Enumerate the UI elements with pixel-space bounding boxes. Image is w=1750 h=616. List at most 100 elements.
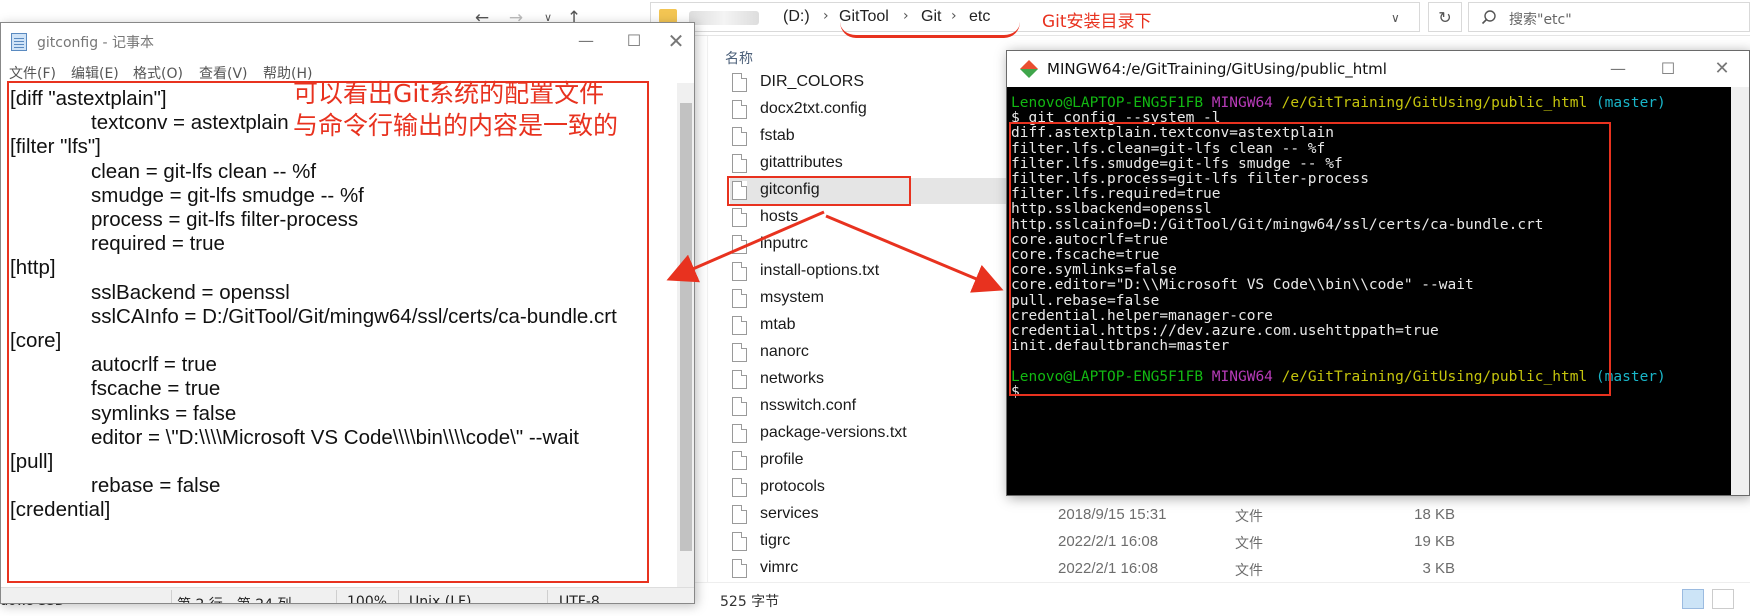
chevron-right-icon[interactable]: › — [823, 8, 829, 24]
terminal-window: MINGW64:/e/GitTraining/GitUsing/public_h… — [1006, 50, 1750, 496]
file-row[interactable]: vimrc 2022/2/1 16:08 文件 3 KB — [730, 556, 1730, 582]
file-row[interactable]: services 2018/9/15 15:31 文件 18 KB — [730, 502, 1730, 528]
window-title: gitconfig - 记事本 — [37, 35, 155, 51]
annotation-highlight-gitconfig — [727, 176, 911, 206]
search-input[interactable]: 搜索"etc" — [1468, 2, 1750, 32]
maximize-icon[interactable]: ☐ — [1653, 57, 1683, 81]
cursor-position: 第 2 行，第 24 列 — [177, 594, 292, 603]
vertical-scrollbar[interactable] — [677, 83, 694, 587]
terminal-title-bar[interactable]: MINGW64:/e/GitTraining/GitUsing/public_h… — [1007, 51, 1749, 87]
search-placeholder: 搜索"etc" — [1509, 12, 1572, 28]
file-size: 19 KB — [1414, 533, 1455, 550]
file-name: networks — [760, 370, 825, 387]
menu-format[interactable]: 格式(O) — [133, 63, 183, 83]
file-size: 3 KB — [1422, 560, 1455, 577]
column-header-name[interactable]: 名称 — [725, 48, 753, 68]
address-dropdown-icon[interactable]: ∨ — [1391, 11, 1400, 25]
file-name: msystem — [760, 289, 824, 306]
file-icon — [732, 559, 747, 578]
file-row[interactable]: tigrc 2022/2/1 16:08 文件 19 KB — [730, 529, 1730, 555]
divider — [171, 590, 172, 603]
git-icon — [1019, 59, 1039, 79]
file-icon — [732, 154, 747, 173]
file-name: mtab — [760, 316, 796, 333]
annotation-note: 可以看出Git系统的配置文件 与命令行输出的内容是一致的 — [293, 78, 618, 142]
file-type: 文件 — [1235, 509, 1263, 525]
file-date: 2018/9/15 15:31 — [1058, 506, 1167, 523]
file-name: hosts — [760, 208, 799, 225]
minimize-icon[interactable]: — — [571, 29, 601, 53]
file-name: inputrc — [760, 235, 809, 252]
minimize-icon[interactable]: — — [1603, 57, 1633, 81]
annotation-install-dir: Git安装目录下 — [1042, 12, 1152, 32]
file-icon — [732, 397, 747, 416]
file-icon — [732, 127, 747, 146]
line-ending: Unix (LF) — [409, 594, 472, 604]
menu-file[interactable]: 文件(F) — [9, 63, 56, 83]
divider — [336, 590, 337, 603]
file-name: protocols — [760, 478, 825, 495]
prompt-user: Lenovo@LAPTOP-ENG5F1FB — [1011, 95, 1204, 111]
file-icon — [732, 451, 747, 470]
file-date: 2022/2/1 16:08 — [1058, 533, 1159, 550]
divider — [398, 590, 399, 603]
file-name: DIR_COLORS — [760, 73, 865, 90]
file-name: nsswitch.conf — [760, 397, 857, 414]
window-title: MINGW64:/e/GitTraining/GitUsing/public_h… — [1047, 60, 1387, 78]
file-icon — [732, 478, 747, 497]
breadcrumb-drive[interactable]: (D:) — [783, 8, 810, 26]
file-name: fstab — [760, 127, 795, 144]
zoom-level: 100% — [347, 594, 388, 604]
annotation-box-notepad — [7, 81, 649, 583]
file-type: 文件 — [1235, 563, 1263, 579]
notepad-window: gitconfig - 记事本 — ☐ ✕ 文件(F) 编辑(E) 格式(O) … — [0, 22, 695, 604]
file-size: 18 KB — [1414, 506, 1455, 523]
details-view-icon[interactable] — [1682, 589, 1704, 609]
file-type: 文件 — [1235, 536, 1263, 552]
file-name: docx2txt.config — [760, 100, 867, 117]
file-name: package-versions.txt — [760, 424, 907, 441]
prompt-env: MINGW64 — [1211, 95, 1273, 111]
file-name: tigrc — [760, 532, 791, 549]
explorer-status-bar: 525 字节 — [690, 582, 1750, 616]
notepad-title-bar[interactable]: gitconfig - 记事本 — ☐ ✕ — [1, 23, 694, 59]
prompt-branch: (master) — [1595, 95, 1666, 111]
file-name: services — [760, 505, 819, 522]
menu-edit[interactable]: 编辑(E) — [71, 63, 119, 83]
file-name: vimrc — [760, 559, 799, 576]
annotation-underline — [840, 22, 1020, 38]
annotation-box-terminal — [1009, 122, 1611, 396]
annotation-line: 与命令行输出的内容是一致的 — [293, 111, 619, 140]
file-icon — [732, 316, 747, 335]
prompt-path: /e/GitTraining/GitUsing/public_html — [1281, 95, 1588, 111]
folder-icon — [659, 9, 677, 23]
tiles-view-icon[interactable] — [1712, 589, 1734, 609]
vertical-scrollbar[interactable] — [1731, 87, 1749, 495]
encoding: UTF-8 — [559, 594, 600, 604]
address-bar[interactable]: (D:) › GitTool › Git › etc ∨ — [650, 2, 1420, 32]
notepad-icon — [11, 33, 27, 51]
file-icon — [732, 370, 747, 389]
prompt-line: Lenovo@LAPTOP-ENG5F1FB MINGW64 /e/GitTra… — [1011, 95, 1666, 111]
close-icon[interactable]: ✕ — [661, 29, 691, 53]
menu-view[interactable]: 查看(V) — [199, 63, 248, 83]
divider — [547, 590, 548, 603]
file-name: profile — [760, 451, 804, 468]
maximize-icon[interactable]: ☐ — [619, 29, 649, 53]
search-icon — [1481, 10, 1496, 25]
file-icon — [732, 208, 747, 227]
file-date: 2022/2/1 16:08 — [1058, 560, 1159, 577]
file-name: install-options.txt — [760, 262, 880, 279]
file-name: nanorc — [760, 343, 809, 360]
file-icon — [732, 73, 747, 92]
refresh-icon[interactable]: ↻ — [1428, 2, 1462, 32]
file-icon — [732, 262, 747, 281]
file-name: gitattributes — [760, 154, 843, 171]
close-icon[interactable]: ✕ — [1707, 57, 1737, 81]
file-icon — [732, 532, 747, 551]
scrollbar-thumb[interactable] — [680, 103, 692, 551]
annotation-line: 可以看出Git系统的配置文件 — [293, 79, 605, 108]
file-icon — [732, 100, 747, 119]
file-icon — [732, 505, 747, 524]
